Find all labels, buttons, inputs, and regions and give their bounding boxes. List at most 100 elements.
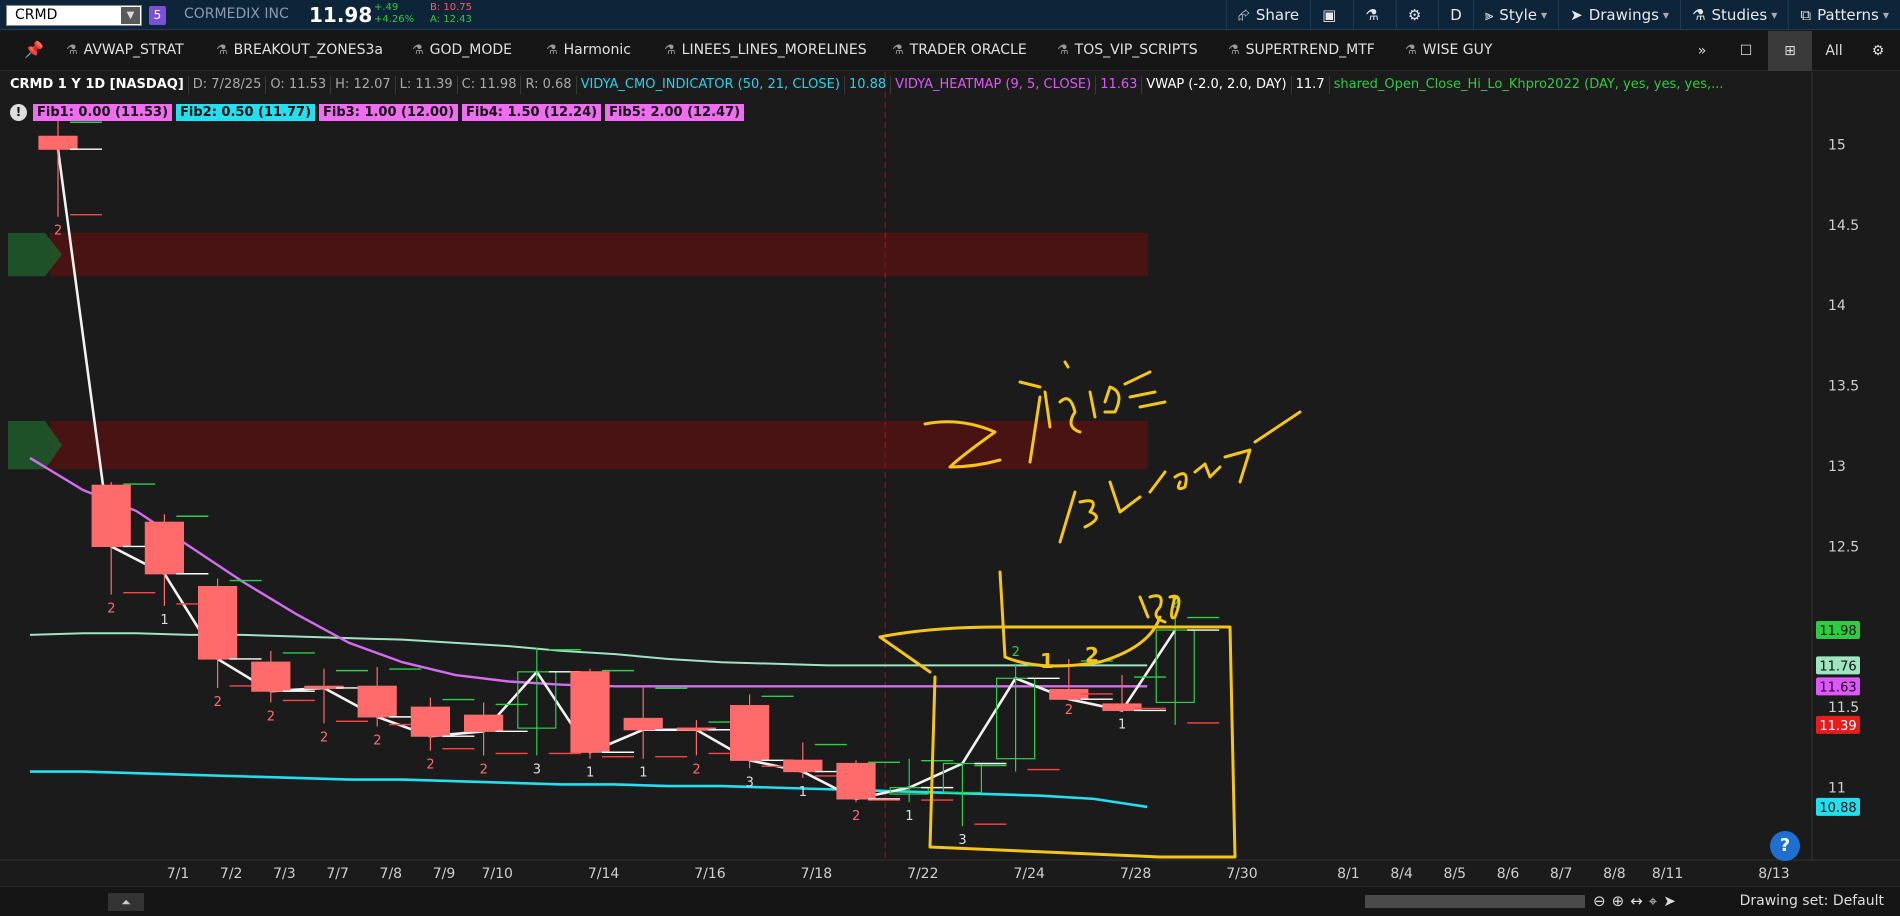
settings-button[interactable]: ⚙ — [1395, 0, 1438, 30]
strategy-item[interactable]: ⚗ Harmonic — [546, 42, 631, 58]
chevron-down-icon: ▼ — [1662, 10, 1670, 20]
handwritten-annotation-stroke — [878, 625, 1237, 859]
info-range: R: 0.68 — [521, 76, 577, 94]
strategy-label: BREAKOUT_ZONES3a — [233, 42, 383, 58]
symbol-dropdown-icon[interactable]: ▼ — [121, 7, 140, 24]
zoom-out-icon[interactable]: ⊖ — [1593, 892, 1606, 910]
flask-icon: ⚗ — [1365, 6, 1379, 24]
help-button[interactable]: ? — [1770, 831, 1800, 861]
strategy-item[interactable]: ⚗ GOD_MODE — [412, 42, 512, 58]
study-vidya-heatmap[interactable]: VIDYA_HEATMAP (9, 5, CLOSE) — [891, 76, 1097, 94]
drawing-set-label[interactable]: Drawing set: Default — [1740, 893, 1884, 909]
period-button[interactable]: D — [1438, 0, 1473, 30]
top-toolbar-actions: ⮳ Share ▣ ⚗ ⚙ D ⫸ Style ▼ ➤ Drawings ▼ ⚗ Studi… — [1225, 0, 1900, 30]
crosshair-icon[interactable]: ⌖ — [1649, 892, 1657, 910]
share-label: Share — [1255, 6, 1300, 24]
fib-label[interactable]: Fib4: 1.50 (12.24) — [462, 104, 602, 121]
strategy-item[interactable]: ⚗ TRADER ORACLE — [892, 42, 1027, 58]
pan-icon[interactable]: ↔ — [1630, 892, 1643, 910]
date-axis-label: 8/13 — [1758, 866, 1789, 882]
style-button[interactable]: ⫸ Style ▼ — [1472, 0, 1558, 30]
change-value: +.49 — [374, 2, 399, 13]
grid-layout-button[interactable]: ⊞ — [1768, 31, 1812, 71]
style-icon: ⫸ — [1484, 6, 1494, 24]
strategy-item[interactable]: ⚗ SUPERTREND_MTF — [1228, 42, 1375, 58]
patterns-button[interactable]: ⧉ Patterns ▼ — [1788, 0, 1900, 30]
change-percent: +4.26% — [374, 14, 415, 25]
strategy-item[interactable]: ⚗ AVWAP_STRAT — [66, 42, 184, 58]
fib-label[interactable]: Fib2: 0.50 (11.77) — [176, 104, 316, 121]
study-shared-ohlc[interactable]: shared_Open_Close_Hi_Lo_Khpro2022 (DAY, … — [1330, 76, 1728, 94]
date-axis-label: 7/7 — [326, 866, 349, 882]
more-strategies-button[interactable]: » — [1680, 31, 1724, 71]
cursor-icon[interactable]: ➤ — [1663, 892, 1676, 910]
date-axis-label: 7/1 — [167, 866, 190, 882]
candle-body — [836, 762, 876, 800]
strat-number-label: 1 — [905, 809, 913, 824]
flask-icon: ⚗ — [1057, 43, 1069, 58]
single-layout-button[interactable]: ☐ — [1724, 31, 1768, 71]
date-axis-label: 7/18 — [801, 866, 832, 882]
date-axis-label: 8/6 — [1497, 866, 1520, 882]
pin-icon[interactable]: 📌 — [24, 40, 44, 59]
drawings-label: Drawings — [1588, 6, 1659, 24]
strat-number-label: 1 — [1118, 717, 1126, 732]
fib-label[interactable]: Fib3: 1.00 (12.00) — [319, 104, 459, 121]
top-toolbar: CRMD ▼ 5 CORMEDIX INC 11.98 +.49 +4.26% … — [0, 0, 1900, 30]
study-vwap[interactable]: VWAP (-2.0, 2.0, DAY) — [1142, 76, 1292, 94]
study-vidya-cmo[interactable]: VIDYA_CMO_INDICATOR (50, 21, CLOSE) — [577, 76, 845, 94]
strat-number-label: 2 — [267, 709, 275, 724]
candle-body — [144, 521, 184, 575]
price-tag-label: 11.98 — [1819, 624, 1856, 639]
grid-icon: ⊞ — [1784, 43, 1796, 59]
camera-icon: ▣ — [1322, 6, 1337, 24]
strategy-item[interactable]: ⚗ LINEES_LINES_MORELINES — [664, 42, 867, 58]
strat-number-label: 2 — [852, 809, 860, 824]
candle-body — [91, 484, 131, 548]
price-tag-label: 11.39 — [1819, 719, 1856, 734]
collapse-panel-button[interactable]: ⏶ — [108, 893, 144, 911]
link-group-badge[interactable]: 5 — [149, 6, 166, 25]
flask-icon: ⚗ — [892, 43, 904, 58]
fib-label[interactable]: Fib1: 0.00 (11.53) — [33, 104, 173, 121]
info-date: D: 7/28/25 — [189, 76, 267, 94]
price-chart[interactable]: 221222 22 2 3 1 1 2312 132212 1514.51413.51312.… — [0, 72, 1900, 884]
strategy-bar: 📌 ⚗ AVWAP_STRAT ⚗ BREAKOUT_ZONES3a ⚗ GOD_MO… — [0, 31, 1900, 71]
strat-number-label: 1 — [160, 613, 168, 628]
gear-icon: ⚙ — [1871, 43, 1885, 59]
price-tag-label: 11.76 — [1819, 659, 1856, 674]
studies-button[interactable]: ⚗ Studies ▼ — [1680, 0, 1788, 30]
strat-number-label: 2 — [692, 762, 700, 777]
info-high: H: 12.07 — [331, 76, 396, 94]
date-axis-label: 7/30 — [1226, 866, 1257, 882]
chart-settings-button[interactable]: ⚙ — [1856, 31, 1900, 71]
strategy-label: TOS_VIP_SCRIPTS — [1074, 42, 1198, 58]
horizontal-scrollbar[interactable] — [1365, 895, 1585, 908]
candle-body — [783, 759, 823, 773]
strategy-label: TRADER ORACLE — [909, 42, 1027, 58]
date-axis-label: 7/24 — [1013, 866, 1045, 882]
share-button[interactable]: ⮳ Share — [1225, 0, 1310, 30]
drawings-button[interactable]: ➤ Drawings ▼ — [1558, 0, 1680, 30]
fib-label[interactable]: Fib5: 2.00 (12.47) — [605, 104, 745, 121]
strategy-item[interactable]: ⚗ BREAKOUT_ZONES3a — [216, 42, 383, 58]
strat-number-label: 2 — [1012, 645, 1020, 660]
alert-icon[interactable]: ! — [10, 104, 27, 121]
annotation-box-label: 1 — [1040, 649, 1054, 673]
chart-area[interactable]: 2212222223112312132212 15 14.5 14 13.5 13 12.… — [0, 72, 1900, 884]
period-label: D — [1450, 6, 1462, 24]
strategy-item[interactable]: ⚗ TOS_VIP_SCRIPTS — [1057, 42, 1198, 58]
strat-number-label: 1 — [639, 766, 647, 781]
strategy-item[interactable]: ⚗ WISE GUY — [1405, 42, 1492, 58]
flask-icon: ⚗ — [546, 43, 558, 58]
price-axis-label: 12.5 — [1828, 539, 1859, 555]
snapshot-button[interactable]: ▣ — [1310, 0, 1353, 30]
price-tag-label: 10.88 — [1819, 801, 1856, 816]
studies-label: Studies — [1711, 6, 1768, 24]
zoom-in-icon[interactable]: ⊕ — [1612, 892, 1625, 910]
all-button[interactable]: All — [1812, 31, 1856, 71]
handwritten-annotation-stroke — [878, 635, 932, 674]
flask-button[interactable]: ⚗ — [1353, 0, 1395, 30]
symbol-input[interactable]: CRMD ▼ — [6, 5, 142, 26]
price-tag-label: 11.63 — [1819, 680, 1856, 695]
